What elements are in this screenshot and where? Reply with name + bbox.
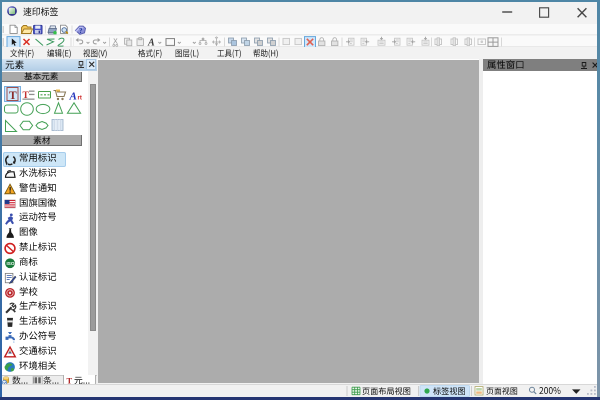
svg-text:A: A <box>147 37 155 48</box>
svg-text:ISO: ISO <box>7 261 15 266</box>
